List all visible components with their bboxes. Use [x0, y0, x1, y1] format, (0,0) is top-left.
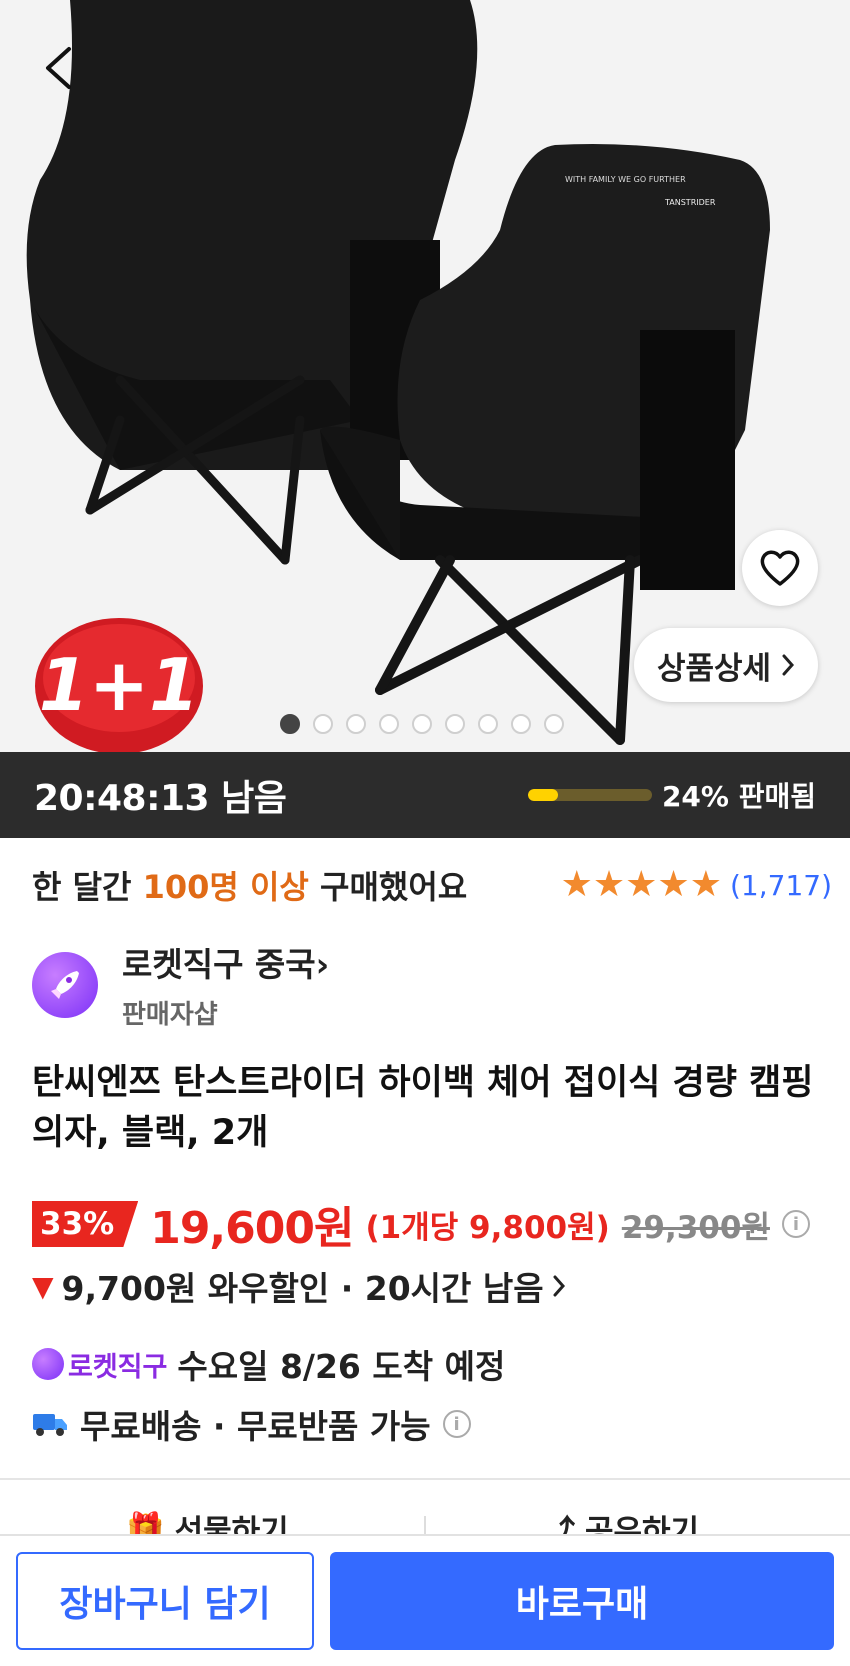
sale-price: 19,600원	[150, 1203, 354, 1254]
gift-share-row: 🎁 선물하기 ⤴ 공유하기	[0, 1500, 850, 1534]
delivery-row: 로켓직구 수요일 8/26 도착 예정	[32, 1340, 505, 1388]
sold-percent-text: 24% 판매됨	[661, 780, 816, 813]
back-button[interactable]	[30, 38, 86, 98]
star-icon: ★	[592, 864, 626, 905]
buyers-text: 한 달간 100명 이상 구매했어요	[32, 862, 467, 908]
shipping-row: 무료배송 · 무료반품 가능 i	[32, 1400, 471, 1448]
gift-button[interactable]: 🎁 선물하기	[126, 1506, 289, 1534]
carousel-dot[interactable]	[445, 714, 465, 734]
seller-name[interactable]: 로켓직구 중국›	[122, 938, 329, 986]
gift-icon: 🎁	[126, 1511, 165, 1534]
star-icon: ★	[625, 864, 658, 905]
carousel-dot[interactable]	[511, 714, 531, 734]
share-button[interactable]: ⤴ 공유하기	[544, 1506, 699, 1534]
chevron-right-icon	[553, 1275, 565, 1297]
carousel-dot[interactable]	[544, 714, 564, 734]
carousel-dot[interactable]	[478, 714, 498, 734]
bottom-action-bar: 장바구니 담기 바로구매	[0, 1534, 850, 1666]
chevron-left-icon	[46, 47, 71, 89]
promo-badge: 1+1	[34, 618, 204, 752]
share-icon: ⤴	[544, 1514, 575, 1534]
arrival-date-text: 수요일 8/26 도착 예정	[177, 1347, 506, 1386]
truck-icon	[33, 1414, 67, 1436]
carousel-dot[interactable]	[313, 714, 333, 734]
buy-now-button[interactable]: 바로구매	[330, 1552, 834, 1650]
promo-badge-text: 1+1	[39, 643, 200, 727]
rating-stars: ★★★★★	[561, 867, 722, 903]
buyers-prefix: 한 달간	[32, 868, 132, 906]
shipping-info-icon[interactable]: i	[442, 1410, 471, 1438]
seller-sub-label: 판매자샵	[122, 1000, 218, 1030]
down-arrow-icon: ▼	[32, 1269, 54, 1303]
add-to-cart-button[interactable]: 장바구니 담기	[16, 1552, 314, 1650]
seller-name-text: 로켓직구 중국	[122, 945, 316, 984]
rocket-icon	[51, 970, 79, 999]
social-proof-row: 한 달간 100명 이상 구매했어요 ★★★★★ (1,717)	[32, 862, 832, 908]
action-separator	[424, 1516, 426, 1534]
chevron-right-icon: ›	[315, 945, 330, 984]
share-label: 공유하기	[585, 1514, 700, 1534]
heart-icon	[760, 550, 800, 586]
seller-shop-link[interactable]: 로켓직구 중국› 판매자샵	[32, 938, 329, 1031]
rating[interactable]: ★★★★★ (1,717)	[561, 867, 832, 903]
carousel-indicator	[280, 714, 564, 734]
product-detail-button[interactable]: 상품상세	[634, 628, 818, 702]
chair-logo-text: TANSTRIDER	[664, 198, 716, 207]
gift-label: 선물하기	[174, 1514, 289, 1534]
star-icon: ★	[689, 864, 722, 905]
carousel-dot[interactable]	[280, 714, 300, 734]
carousel-dot[interactable]	[412, 714, 432, 734]
carousel-dot[interactable]	[379, 714, 399, 734]
chevron-right-icon	[782, 654, 795, 676]
section-divider	[0, 1478, 850, 1480]
product-detail-label: 상품상세	[656, 650, 772, 687]
sold-progress: 24% 판매됨	[527, 775, 816, 815]
price-row: 33% 19,600원 (1개당 9,800원) 29,300원 i	[32, 1192, 810, 1256]
unit-price: (1개당 9,800원)	[365, 1209, 610, 1246]
discount-badge: 33%	[32, 1201, 139, 1247]
rocket-jikgu-badge: 로켓직구	[32, 1345, 167, 1384]
seller-logo	[32, 951, 98, 1018]
wow-discount-text: 9,700원 와우할인 · 20시간 남음	[61, 1269, 544, 1308]
wishlist-button[interactable]	[742, 530, 818, 606]
chair-tagline: WITH FAMILY WE GO FURTHER	[565, 175, 686, 184]
deal-timer-bar: 20:48:13 남음 24% 판매됨	[0, 752, 850, 838]
star-icon: ★	[560, 864, 593, 905]
shipping-text: 무료배송 · 무료반품 가능	[80, 1407, 431, 1446]
sold-progress-track	[527, 789, 652, 801]
sold-progress-fill	[527, 789, 558, 801]
rocket-badge-label: 로켓직구	[68, 1351, 168, 1383]
product-image-carousel[interactable]: WITH FAMILY WE GO FURTHER TANSTRIDER 상품상…	[0, 0, 850, 752]
star-icon: ★	[657, 864, 690, 905]
buyers-suffix: 구매했어요	[320, 868, 468, 906]
carousel-dot[interactable]	[346, 714, 366, 734]
countdown-text: 20:48:13 남음	[34, 778, 287, 819]
original-price: 29,300원	[621, 1209, 770, 1246]
price-info-icon[interactable]: i	[781, 1210, 810, 1238]
wow-discount-row[interactable]: ▼ 9,700원 와우할인 · 20시간 남음	[32, 1262, 566, 1310]
product-title: 탄씨엔쯔 탄스트라이더 하이백 체어 접이식 경량 캠핑의자, 블랙, 2개	[32, 1063, 814, 1153]
review-count[interactable]: (1,717)	[730, 869, 832, 902]
buyers-highlight: 100명 이상	[142, 868, 309, 906]
rocket-icon	[32, 1348, 64, 1380]
